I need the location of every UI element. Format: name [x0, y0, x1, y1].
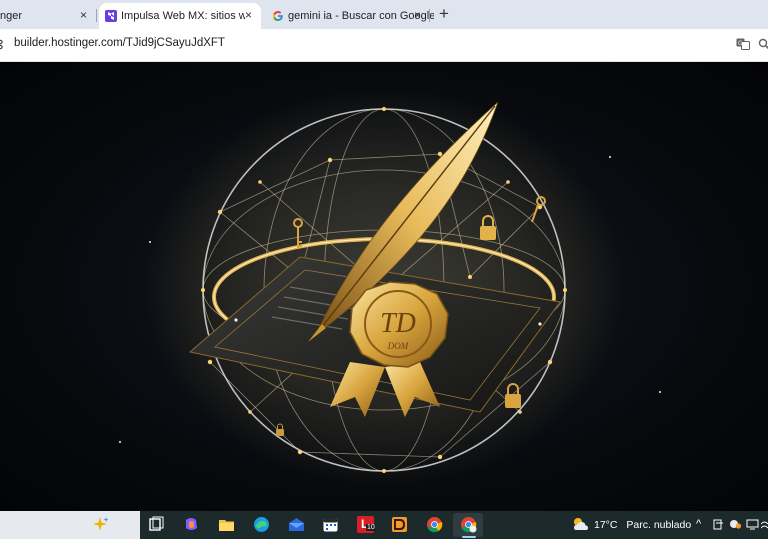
weather-cloudy-icon[interactable]: [571, 515, 591, 534]
tab-title: Impulsa Web MX: sitios web q: [121, 10, 245, 22]
windows-taskbar: L 10 17°C Parc. nublado ^: [0, 511, 768, 539]
zoom-icon[interactable]: [758, 38, 768, 50]
google-g-icon: [272, 11, 283, 22]
hostinger-favicon-icon: [105, 10, 117, 22]
mail-icon[interactable]: [288, 516, 305, 533]
copilot-icon[interactable]: [183, 516, 200, 533]
tab-gemini-search[interactable]: gemini ia - Buscar con Google ×: [266, 3, 434, 29]
chrome-icon[interactable]: [426, 516, 443, 533]
app-d-icon[interactable]: [391, 516, 408, 533]
file-explorer-icon[interactable]: [218, 516, 235, 533]
tab-title: nger: [0, 10, 23, 22]
translate-icon[interactable]: G: [736, 38, 750, 50]
edge-icon[interactable]: [253, 516, 270, 533]
app-l-icon[interactable]: L 10: [357, 516, 376, 533]
onedrive-status-icon[interactable]: [729, 518, 742, 530]
hero-artwork: TD DOM: [119, 87, 661, 487]
close-icon[interactable]: ×: [80, 8, 87, 22]
tab-title: gemini ia - Buscar con Google: [288, 10, 434, 22]
address-bar[interactable]: builder.hostinger.com/TJid9jCSayuJdXFT: [0, 29, 768, 62]
chrome-profile-icon[interactable]: [460, 516, 477, 533]
seal-caption: DOM: [387, 341, 409, 351]
svg-text:G: G: [738, 40, 743, 47]
tab-impulsa-web[interactable]: Impulsa Web MX: sitios web q ×: [99, 3, 261, 29]
page-content: TD DOM: [0, 62, 768, 511]
active-indicator: [462, 536, 476, 538]
close-icon[interactable]: ×: [245, 8, 252, 22]
task-view-icon[interactable]: [148, 516, 165, 533]
browser-tab-strip: nger × Impulsa Web MX: sitios web q × ge…: [0, 0, 768, 29]
weather-widget[interactable]: 17°C Parc. nublado: [594, 519, 691, 531]
weather-condition: Parc. nublado: [626, 519, 692, 531]
new-tab-button[interactable]: +: [436, 4, 452, 24]
weather-temperature: 17°C: [594, 519, 618, 531]
tab-divider: [429, 9, 430, 22]
network-icon[interactable]: [761, 518, 768, 530]
tab-hostinger[interactable]: nger ×: [0, 3, 94, 29]
site-info-icon[interactable]: [0, 39, 4, 50]
tray-chevron-icon[interactable]: ^: [696, 518, 701, 530]
app-l-badge: 10: [366, 524, 376, 531]
tab-divider: [96, 9, 97, 22]
pen-menu-icon[interactable]: [713, 519, 724, 530]
seal-monogram: TD: [380, 308, 416, 339]
url-text[interactable]: builder.hostinger.com/TJid9jCSayuJdXFT: [14, 37, 225, 49]
calendar-icon[interactable]: [322, 516, 339, 533]
close-icon[interactable]: ×: [414, 8, 421, 22]
display-icon[interactable]: [746, 518, 759, 530]
taskbar-search-area[interactable]: [0, 511, 140, 539]
copilot-sparkle-icon[interactable]: [92, 516, 109, 533]
